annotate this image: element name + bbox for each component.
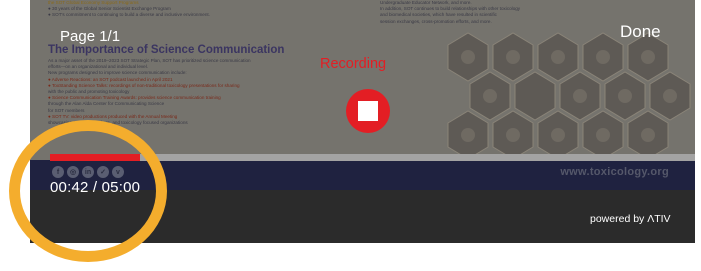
- recorder-panel: the SOT Global Economy Support Programs …: [30, 0, 695, 243]
- footer-url: www.toxicology.org: [560, 166, 669, 178]
- progress-fill: [50, 154, 141, 161]
- twitter-icon: ✓: [97, 166, 109, 178]
- powered-by-label: powered by ΛTIV: [590, 213, 671, 225]
- done-button[interactable]: Done: [620, 22, 661, 42]
- stop-icon: [358, 101, 378, 121]
- social-icons: f ◎ in ✓ v: [52, 166, 124, 178]
- slide-top-text: the SOT Global Economy Support Programs …: [48, 0, 378, 19]
- slide-line: ● SOT's commitment to continuing to buil…: [48, 12, 210, 18]
- slide-heading: The Importance of Science Communication: [48, 44, 285, 56]
- recording-progress-bar: [50, 154, 695, 161]
- instagram-icon: ◎: [67, 166, 79, 178]
- vimeo-icon: v: [112, 166, 124, 178]
- facebook-icon: f: [52, 166, 64, 178]
- recording-status: Recording: [320, 56, 387, 72]
- linkedin-icon: in: [82, 166, 94, 178]
- page-indicator: Page 1/1: [60, 28, 121, 45]
- stop-recording-button[interactable]: [346, 89, 390, 133]
- time-readout: 00:42 / 05:00: [50, 179, 141, 196]
